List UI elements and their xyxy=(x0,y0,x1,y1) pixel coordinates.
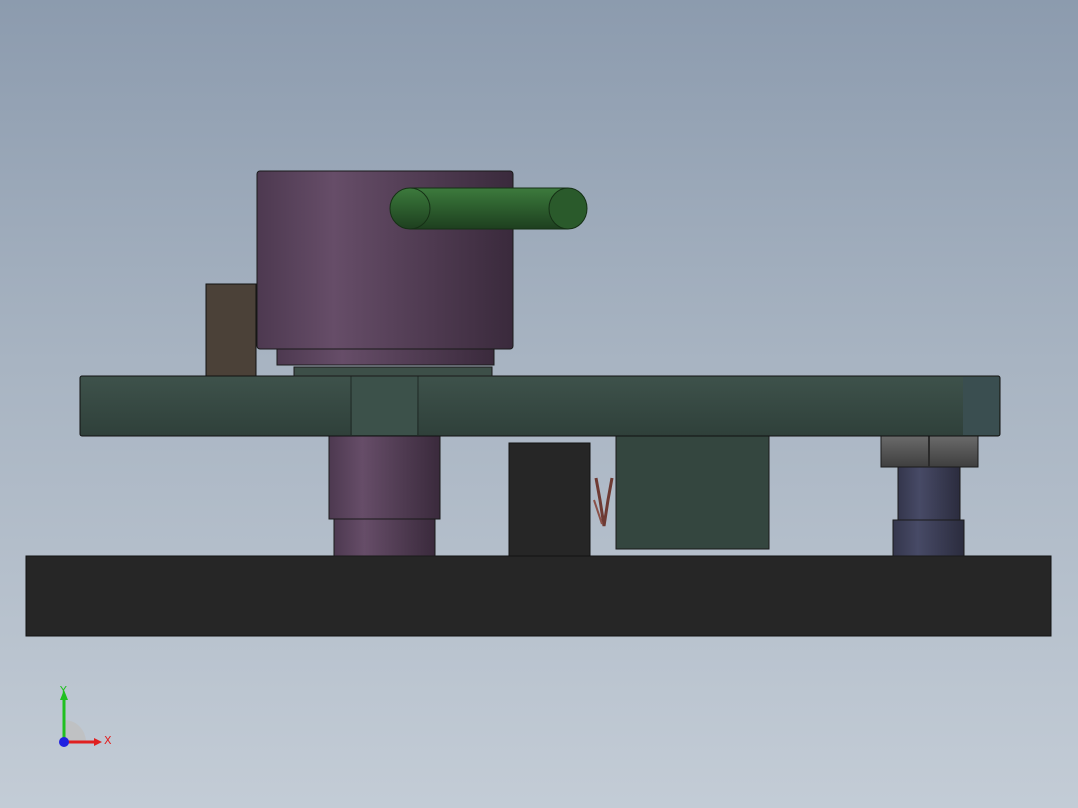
spring[interactable] xyxy=(594,477,614,527)
y-axis-label: Y xyxy=(59,684,67,697)
support-post[interactable] xyxy=(897,465,961,522)
cylinder-flange-lower[interactable] xyxy=(293,366,493,377)
support-post-base[interactable] xyxy=(892,519,965,557)
coordinate-triad: Y X xyxy=(59,684,112,747)
left-block[interactable] xyxy=(205,283,257,377)
cylinder-lower-shaft[interactable] xyxy=(328,435,441,520)
base-plate[interactable] xyxy=(25,555,1052,637)
z-axis-dot xyxy=(59,737,69,747)
x-axis-label: X xyxy=(104,734,112,747)
black-block[interactable] xyxy=(508,442,591,557)
green-lever-end[interactable] xyxy=(548,187,588,230)
cylinder-flange-upper[interactable] xyxy=(276,348,495,366)
green-lever[interactable] xyxy=(410,188,568,229)
cylinder-lower-tip[interactable] xyxy=(333,518,436,557)
green-block[interactable] xyxy=(615,435,770,550)
graphics-viewport[interactable]: Y X xyxy=(0,0,1078,808)
model-view[interactable] xyxy=(0,0,1078,808)
top-plate[interactable] xyxy=(79,375,1001,437)
